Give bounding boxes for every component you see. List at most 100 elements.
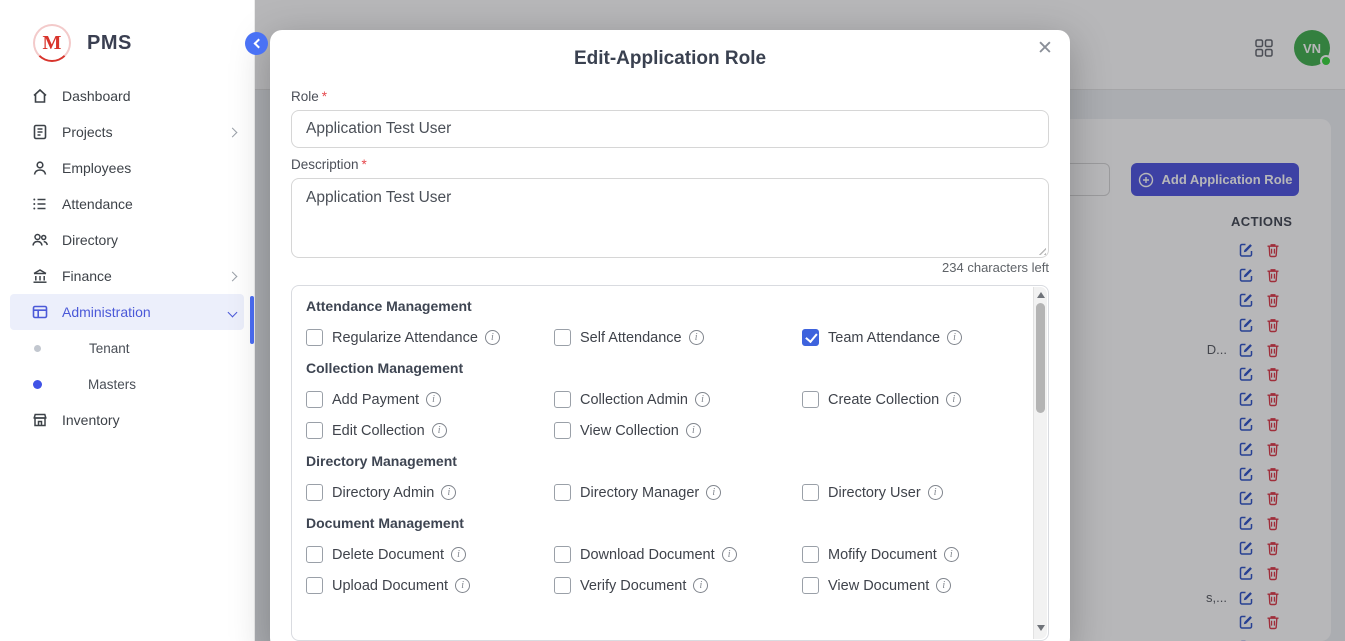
info-icon[interactable] [455, 578, 470, 593]
permission-row: Directory Admin Directory Manager Direct… [306, 484, 1016, 501]
scrollbar-thumb[interactable] [1036, 303, 1045, 413]
permission-group-document: Document Management Delete Document Down… [306, 515, 1016, 594]
bullet-active-icon [33, 380, 42, 389]
info-icon[interactable] [928, 485, 943, 500]
sidebar-subitem-masters[interactable]: Masters [0, 366, 254, 402]
scrollbar[interactable] [1033, 287, 1047, 639]
sidebar-collapse-button[interactable] [245, 32, 268, 55]
required-asterisk: * [362, 157, 367, 172]
checkbox[interactable] [802, 329, 819, 346]
info-icon[interactable] [441, 485, 456, 500]
permission-group-attendance: Attendance Management Regularize Attenda… [306, 298, 1016, 346]
sidebar-subitem-tenant[interactable]: Tenant [0, 330, 254, 366]
checkbox[interactable] [306, 484, 323, 501]
permission-create-collection: Create Collection [802, 391, 1016, 408]
permission-label: Directory Manager [580, 485, 699, 501]
close-icon[interactable]: ✕ [1034, 38, 1056, 60]
permission-label: Collection Admin [580, 392, 688, 408]
sidebar-item-inventory[interactable]: Inventory [0, 402, 254, 438]
info-icon[interactable] [693, 578, 708, 593]
checkbox[interactable] [802, 546, 819, 563]
sidebar-item-directory[interactable]: Directory [0, 222, 254, 258]
checkbox[interactable] [306, 422, 323, 439]
app-logo: M [33, 24, 71, 62]
description-field-label: Description* [291, 157, 367, 172]
checkbox[interactable] [554, 329, 571, 346]
info-icon[interactable] [944, 547, 959, 562]
app-root: Add Application Role ACTIONS D...s,... V… [0, 0, 1345, 641]
checkbox[interactable] [554, 391, 571, 408]
permission-download-document: Download Document [554, 546, 802, 563]
info-icon[interactable] [695, 392, 710, 407]
info-icon[interactable] [946, 392, 961, 407]
brand: M PMS [0, 0, 254, 78]
info-icon[interactable] [686, 423, 701, 438]
permission-label: View Collection [580, 423, 679, 439]
home-icon [31, 87, 49, 105]
info-icon[interactable] [947, 330, 962, 345]
sidebar-item-finance[interactable]: Finance [0, 258, 254, 294]
bullet-icon [34, 345, 41, 352]
permission-mofify-document: Mofify Document [802, 546, 1016, 563]
info-icon[interactable] [485, 330, 500, 345]
info-icon[interactable] [706, 485, 721, 500]
modal-title: Edit-Application Role [270, 48, 1070, 70]
sidebar-item-label: Finance [62, 268, 112, 284]
sidebar-item-projects[interactable]: Projects [0, 114, 254, 150]
role-input[interactable] [291, 110, 1049, 148]
checkbox[interactable] [802, 484, 819, 501]
checkbox[interactable] [802, 391, 819, 408]
info-icon[interactable] [722, 547, 737, 562]
scrollbar-up-arrow-icon[interactable] [1037, 292, 1045, 298]
permission-label: Directory Admin [332, 485, 434, 501]
app-name: PMS [87, 32, 132, 55]
info-icon[interactable] [426, 392, 441, 407]
checkbox[interactable] [802, 577, 819, 594]
sidebar-item-employees[interactable]: Employees [0, 150, 254, 186]
checkbox[interactable] [554, 577, 571, 594]
logo-letter: M [43, 32, 62, 55]
active-item-indicator [250, 296, 254, 344]
info-icon[interactable] [432, 423, 447, 438]
info-icon[interactable] [689, 330, 704, 345]
permission-add-payment: Add Payment [306, 391, 554, 408]
permission-directory-admin: Directory Admin [306, 484, 554, 501]
permission-label: Regularize Attendance [332, 330, 478, 346]
description-textarea[interactable]: Application Test User [291, 178, 1049, 258]
checkbox[interactable] [306, 577, 323, 594]
role-field-label: Role* [291, 89, 327, 104]
permission-view-collection: View Collection [554, 422, 802, 439]
store-icon [31, 411, 49, 429]
permission-label: Add Payment [332, 392, 419, 408]
permission-label: Team Attendance [828, 330, 940, 346]
checkbox[interactable] [554, 484, 571, 501]
sidebar-item-label: Projects [62, 124, 113, 140]
sidebar-item-label: Employees [62, 160, 131, 176]
checkbox[interactable] [554, 422, 571, 439]
permission-label: Upload Document [332, 578, 448, 594]
checkbox[interactable] [554, 546, 571, 563]
sidebar-subitem-label: Masters [88, 377, 136, 392]
sidebar-item-label: Dashboard [62, 88, 131, 104]
scrollbar-down-arrow-icon[interactable] [1037, 625, 1045, 631]
permission-group-title: Attendance Management [306, 298, 1016, 314]
permission-label: Directory User [828, 485, 921, 501]
info-icon[interactable] [451, 547, 466, 562]
checkbox[interactable] [306, 329, 323, 346]
edit-application-role-modal: Edit-Application Role ✕ Role* Descriptio… [270, 30, 1070, 641]
sidebar: M PMS Dashboard Projects Employees Atten… [0, 0, 255, 641]
chevron-right-icon [228, 271, 238, 281]
sidebar-item-label: Directory [62, 232, 118, 248]
permission-label: Edit Collection [332, 423, 425, 439]
checkbox[interactable] [306, 391, 323, 408]
required-asterisk: * [322, 89, 327, 104]
sidebar-item-dashboard[interactable]: Dashboard [0, 78, 254, 114]
sidebar-item-administration[interactable]: Administration [10, 294, 244, 330]
checkbox[interactable] [306, 546, 323, 563]
info-icon[interactable] [936, 578, 951, 593]
sidebar-item-attendance[interactable]: Attendance [0, 186, 254, 222]
sidebar-item-label: Inventory [62, 412, 120, 428]
permission-row: Add Payment Collection Admin Create Coll… [306, 391, 1016, 408]
permission-self-attendance: Self Attendance [554, 329, 802, 346]
permission-delete-document: Delete Document [306, 546, 554, 563]
